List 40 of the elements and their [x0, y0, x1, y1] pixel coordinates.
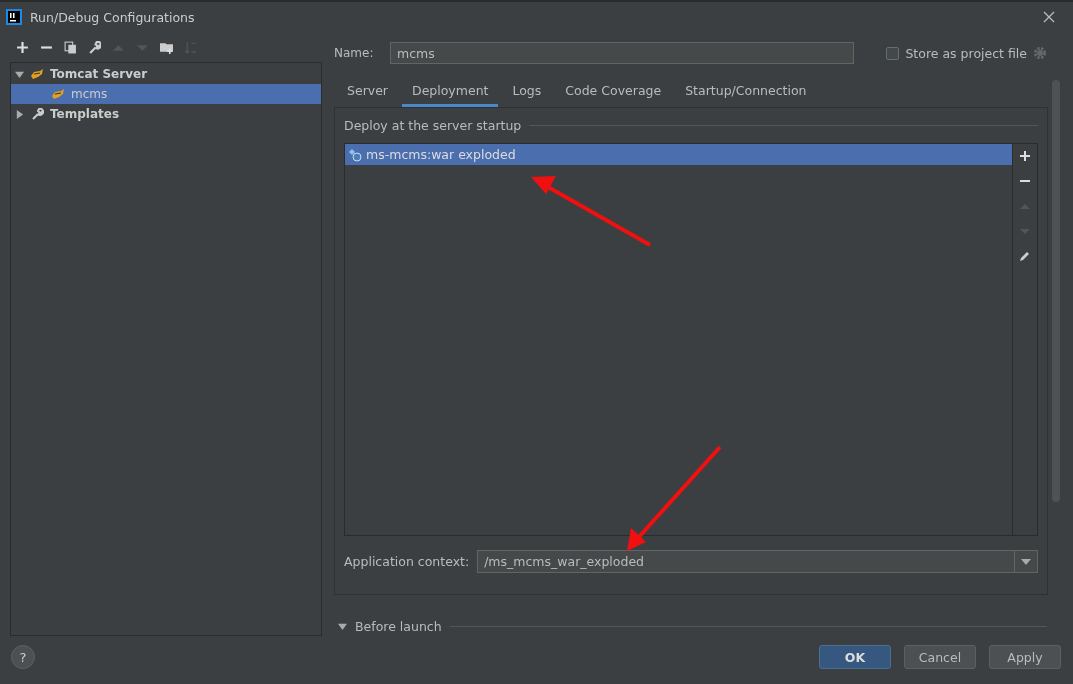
name-field[interactable]: mcms [390, 42, 854, 65]
close-icon[interactable] [1043, 11, 1055, 24]
application-context-combo[interactable]: /ms_mcms_war_exploded [477, 550, 1038, 574]
caret-icon[interactable] [1021, 558, 1031, 565]
artifact-item[interactable]: ms-mcms:war exploded [345, 144, 1012, 166]
dialog-button[interactable]: Apply [989, 645, 1061, 670]
tab[interactable]: Code Coverage [555, 78, 672, 108]
wrench-icon [30, 108, 44, 121]
app-logo-icon [6, 9, 22, 26]
tree-item-label: Tomcat Server [50, 67, 148, 82]
tree-item[interactable]: Templates [11, 104, 321, 125]
expand-toggle-icon[interactable] [15, 109, 24, 119]
tab[interactable]: Deployment [402, 78, 499, 108]
add-icon[interactable] [1019, 150, 1031, 163]
window-title: Run/Debug Configurations [30, 9, 195, 25]
help-button[interactable]: ? [11, 645, 35, 670]
copy-icon[interactable] [64, 40, 77, 54]
dialog-button[interactable]: OK [819, 645, 891, 670]
tree-item-label: mcms [71, 87, 108, 102]
expand-toggle-icon[interactable] [338, 622, 347, 632]
tab[interactable]: Server [337, 78, 398, 108]
pencil-icon[interactable] [1019, 250, 1031, 263]
tab[interactable]: Startup/Connection [675, 78, 817, 108]
section-title: Deploy at the server startup [344, 118, 522, 134]
store-as-project-file-label: Store as project file [905, 45, 1027, 61]
expand-toggle-icon[interactable] [15, 69, 24, 79]
add-icon[interactable] [16, 40, 29, 54]
new-folder-icon[interactable] [160, 40, 173, 54]
before-launch-label[interactable]: Before launch [355, 619, 442, 635]
artifact-label: ms-mcms:war exploded [366, 147, 516, 163]
tree-item-label: Templates [50, 107, 120, 122]
application-context-label: Application context: [344, 554, 470, 570]
tree-item[interactable]: mcms [11, 84, 321, 105]
wrench-icon[interactable] [88, 40, 101, 54]
artifact-icon [348, 147, 362, 162]
name-label: Name: [334, 46, 372, 61]
dialog-button[interactable]: Cancel [904, 645, 976, 670]
tree-item[interactable]: Tomcat Server [11, 64, 321, 85]
tab[interactable]: Logs [502, 78, 552, 108]
store-checkbox[interactable] [886, 46, 900, 60]
